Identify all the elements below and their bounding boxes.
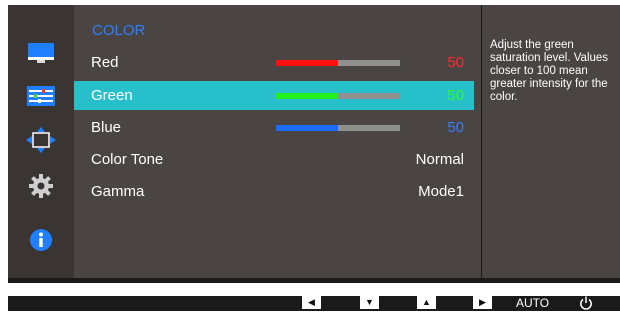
menu-item-color-tone[interactable]: Color Tone Normal [74, 145, 474, 174]
menu-item-label: Gamma [91, 183, 145, 200]
menu-item-green[interactable]: Green 50 [74, 81, 474, 110]
position-arrows-icon[interactable] [26, 127, 56, 153]
left-arrow-icon: ◀ [308, 297, 315, 307]
green-value: 50 [447, 87, 464, 104]
help-panel: Adjust the green saturation level. Value… [482, 5, 620, 278]
menu-item-label: Blue [91, 119, 122, 136]
power-icon[interactable] [578, 296, 594, 311]
up-arrow-icon: ▲ [422, 297, 431, 307]
menu-title: COLOR [92, 22, 146, 39]
red-value: 50 [447, 54, 464, 71]
help-text: Adjust the green saturation level. Value… [490, 39, 609, 103]
left-arrow-button[interactable]: ◀ [302, 296, 321, 309]
info-icon[interactable] [26, 227, 56, 253]
red-slider-fill [276, 60, 338, 66]
blue-slider[interactable] [276, 125, 400, 131]
control-bar: ◀ ▼ ▲ ▶ AUTO [8, 296, 620, 311]
menu-item-label: Color Tone [91, 151, 164, 168]
blue-slider-fill [276, 125, 338, 131]
sidebar [8, 5, 74, 278]
menu-item-label: Green [91, 87, 133, 104]
gamma-value: Mode1 [418, 183, 464, 200]
color-menu-panel: COLOR Red 50 Green 50 Blue 50 Color Tone… [74, 5, 481, 278]
menu-item-gamma[interactable]: Gamma Mode1 [74, 177, 474, 206]
menu-item-red[interactable]: Red 50 [74, 48, 474, 77]
blue-value: 50 [447, 119, 464, 136]
red-slider[interactable] [276, 60, 400, 66]
settings-sliders-icon[interactable] [26, 83, 56, 109]
menu-item-label: Red [91, 54, 119, 71]
up-arrow-button[interactable]: ▲ [417, 296, 436, 309]
menu-item-blue[interactable]: Blue 50 [74, 113, 474, 142]
green-slider-fill [276, 93, 338, 99]
auto-button[interactable]: AUTO [516, 296, 549, 311]
monitor-icon[interactable] [26, 40, 56, 66]
down-arrow-icon: ▼ [365, 297, 374, 307]
down-arrow-button[interactable]: ▼ [360, 296, 379, 309]
green-slider[interactable] [276, 93, 400, 99]
color-tone-value: Normal [415, 151, 464, 168]
right-arrow-icon: ▶ [479, 297, 486, 307]
right-arrow-button[interactable]: ▶ [473, 296, 492, 309]
gear-icon[interactable] [26, 173, 56, 199]
